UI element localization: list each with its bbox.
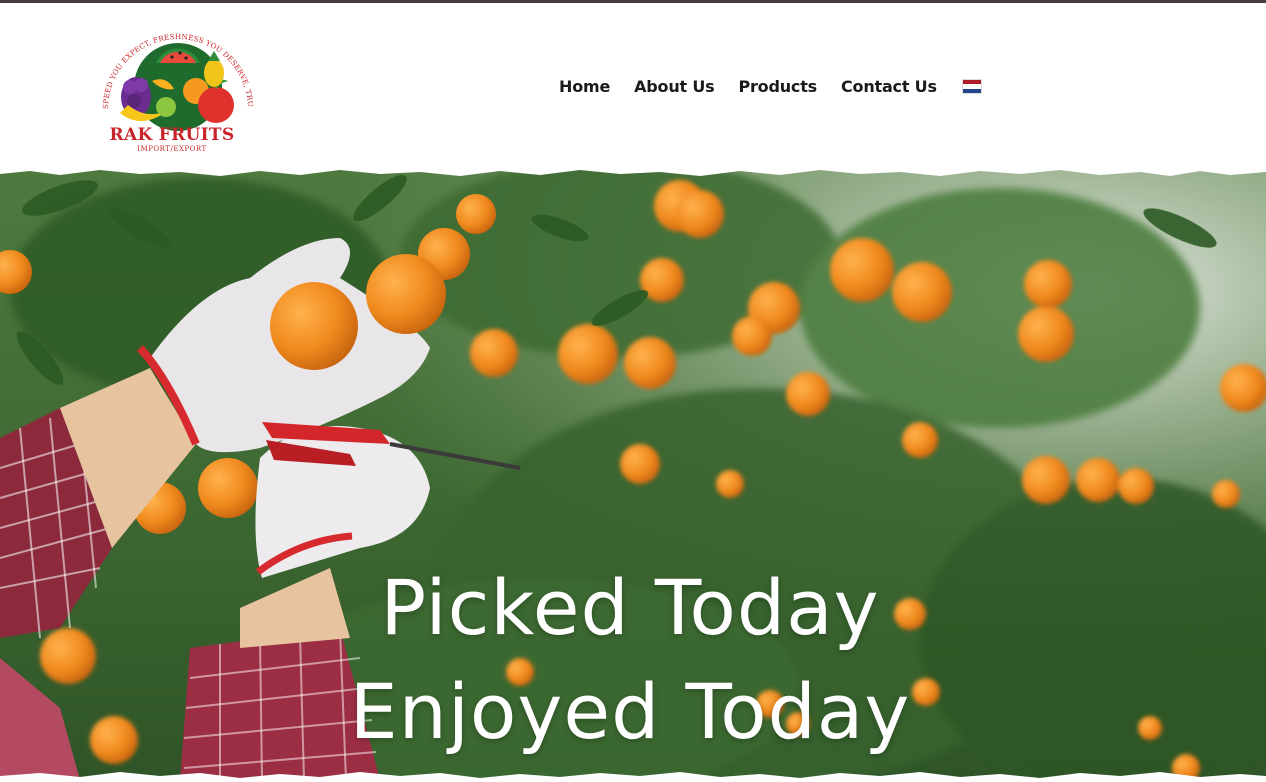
hero-headline: Picked Today Enjoyed Today bbox=[330, 556, 930, 764]
netherlands-flag-icon[interactable] bbox=[961, 79, 982, 94]
brand-subtitle: IMPORT/EXPORT bbox=[137, 145, 207, 153]
nav-products[interactable]: Products bbox=[738, 77, 817, 96]
nav-contact-us[interactable]: Contact Us bbox=[841, 77, 937, 96]
nav-home[interactable]: Home bbox=[559, 77, 610, 96]
hero-banner: Picked Today Enjoyed Today bbox=[0, 168, 1266, 780]
torn-paper-edge-bottom bbox=[0, 772, 1266, 782]
hero-headline-line-2: Enjoyed Today bbox=[349, 667, 911, 756]
torn-paper-edge-top bbox=[0, 166, 1266, 176]
nav-about-us[interactable]: About Us bbox=[634, 77, 715, 96]
brand-name: RAK FRUITS bbox=[109, 125, 235, 145]
fruit-logo-icon: SPEED YOU EXPECT, FRESHNESS YOU DESERVE,… bbox=[96, 21, 255, 131]
main-navigation: Home About Us Products Contact Us bbox=[559, 77, 982, 96]
flag-stripe-blue bbox=[962, 88, 981, 93]
site-header: SPEED YOU EXPECT, FRESHNESS YOU DESERVE,… bbox=[0, 3, 1266, 171]
hero-headline-line-1: Picked Today bbox=[380, 563, 880, 652]
site-logo[interactable]: SPEED YOU EXPECT, FRESHNESS YOU DESERVE,… bbox=[96, 21, 256, 161]
